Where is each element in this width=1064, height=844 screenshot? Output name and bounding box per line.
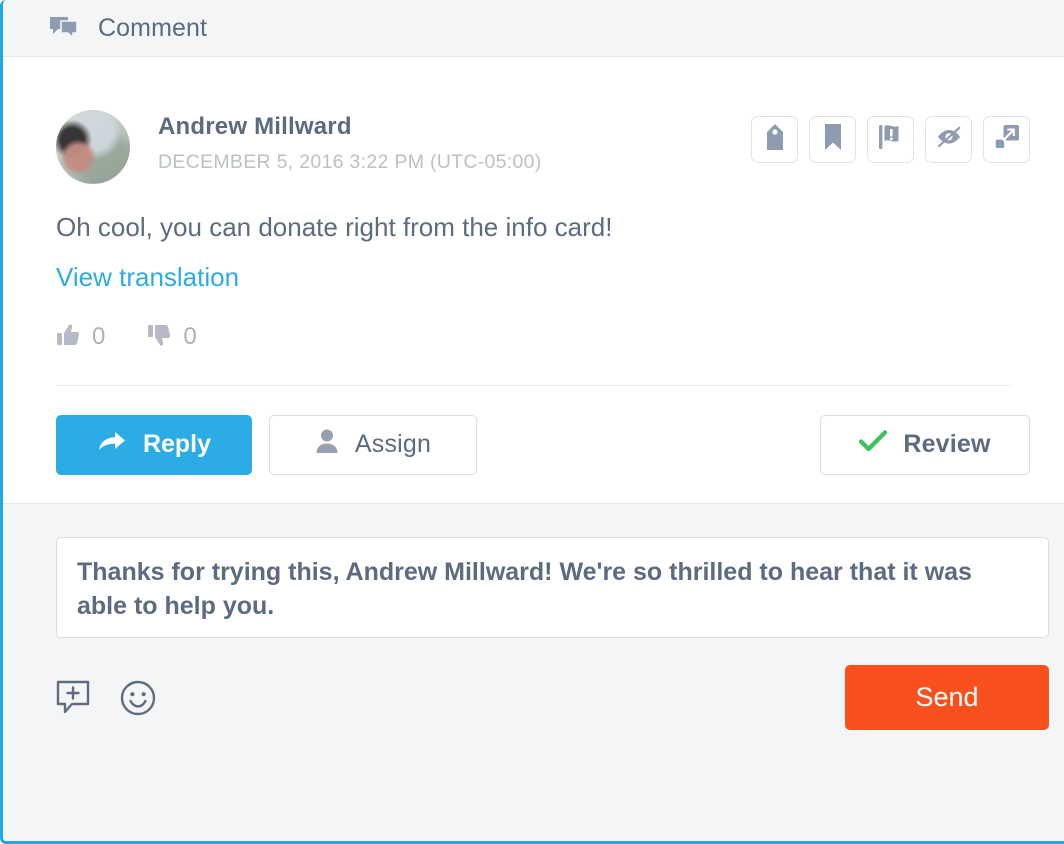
comment-card: Comment Andrew Millward DECEMBER 5, 2016… [0, 0, 1064, 844]
review-button[interactable]: Review [820, 414, 1030, 475]
composer-toolbar: Send [56, 665, 1049, 731]
reply-button[interactable]: Reply [56, 414, 252, 475]
downvote-control[interactable]: 0 [147, 323, 197, 352]
reply-label: Reply [142, 430, 212, 459]
send-button[interactable]: Send [845, 665, 1049, 731]
author-meta: Andrew Millward DECEMBER 5, 2016 3:22 PM… [158, 110, 751, 174]
comment-body: Andrew Millward DECEMBER 5, 2016 3:22 PM… [3, 57, 1064, 475]
expand-button[interactable] [983, 116, 1030, 163]
canned-response-icon[interactable] [56, 679, 94, 717]
avatar-image [56, 110, 130, 184]
reply-composer: Send [3, 502, 1064, 841]
flag-button[interactable] [867, 116, 914, 163]
comment-text: Oh cool, you can donate right from the i… [56, 212, 613, 242]
comment-bubbles-icon [49, 16, 79, 42]
person-icon [315, 428, 339, 461]
author-name: Andrew Millward [158, 113, 352, 140]
hide-button[interactable] [925, 116, 972, 163]
view-translation-link[interactable]: View translation [3, 245, 292, 295]
tag-icon [766, 124, 784, 155]
action-button-row: Reply Assign Review [3, 386, 1064, 475]
downvote-count: 0 [183, 323, 197, 351]
expand-arrow-icon [993, 124, 1020, 155]
assign-label: Assign [354, 430, 432, 459]
author-row: Andrew Millward DECEMBER 5, 2016 3:22 PM… [3, 57, 1064, 184]
bookmark-icon [824, 124, 842, 155]
eye-slash-icon [935, 125, 963, 154]
vote-row: 0 0 [3, 295, 1064, 352]
reply-arrow-icon [97, 429, 127, 460]
tag-button[interactable] [751, 116, 798, 163]
flag-icon [878, 124, 904, 155]
reply-input[interactable] [56, 536, 1049, 639]
emoji-icon[interactable] [119, 679, 157, 717]
comment-timestamp: DECEMBER 5, 2016 3:22 PM (UTC-05:00) [158, 151, 542, 174]
avatar [56, 110, 130, 184]
card-header: Comment [3, 0, 1064, 57]
upvote-count: 0 [92, 323, 106, 351]
page-title: Comment [98, 13, 208, 42]
thumbs-up-icon [56, 323, 80, 352]
checkmark-icon [859, 429, 888, 460]
comment-actions-toolbar [751, 110, 1030, 163]
upvote-control[interactable]: 0 [56, 323, 105, 352]
thumbs-down-icon [147, 323, 171, 352]
review-label: Review [903, 430, 991, 459]
bookmark-button[interactable] [809, 116, 856, 163]
assign-button[interactable]: Assign [269, 414, 477, 475]
composer-tools [56, 679, 157, 717]
